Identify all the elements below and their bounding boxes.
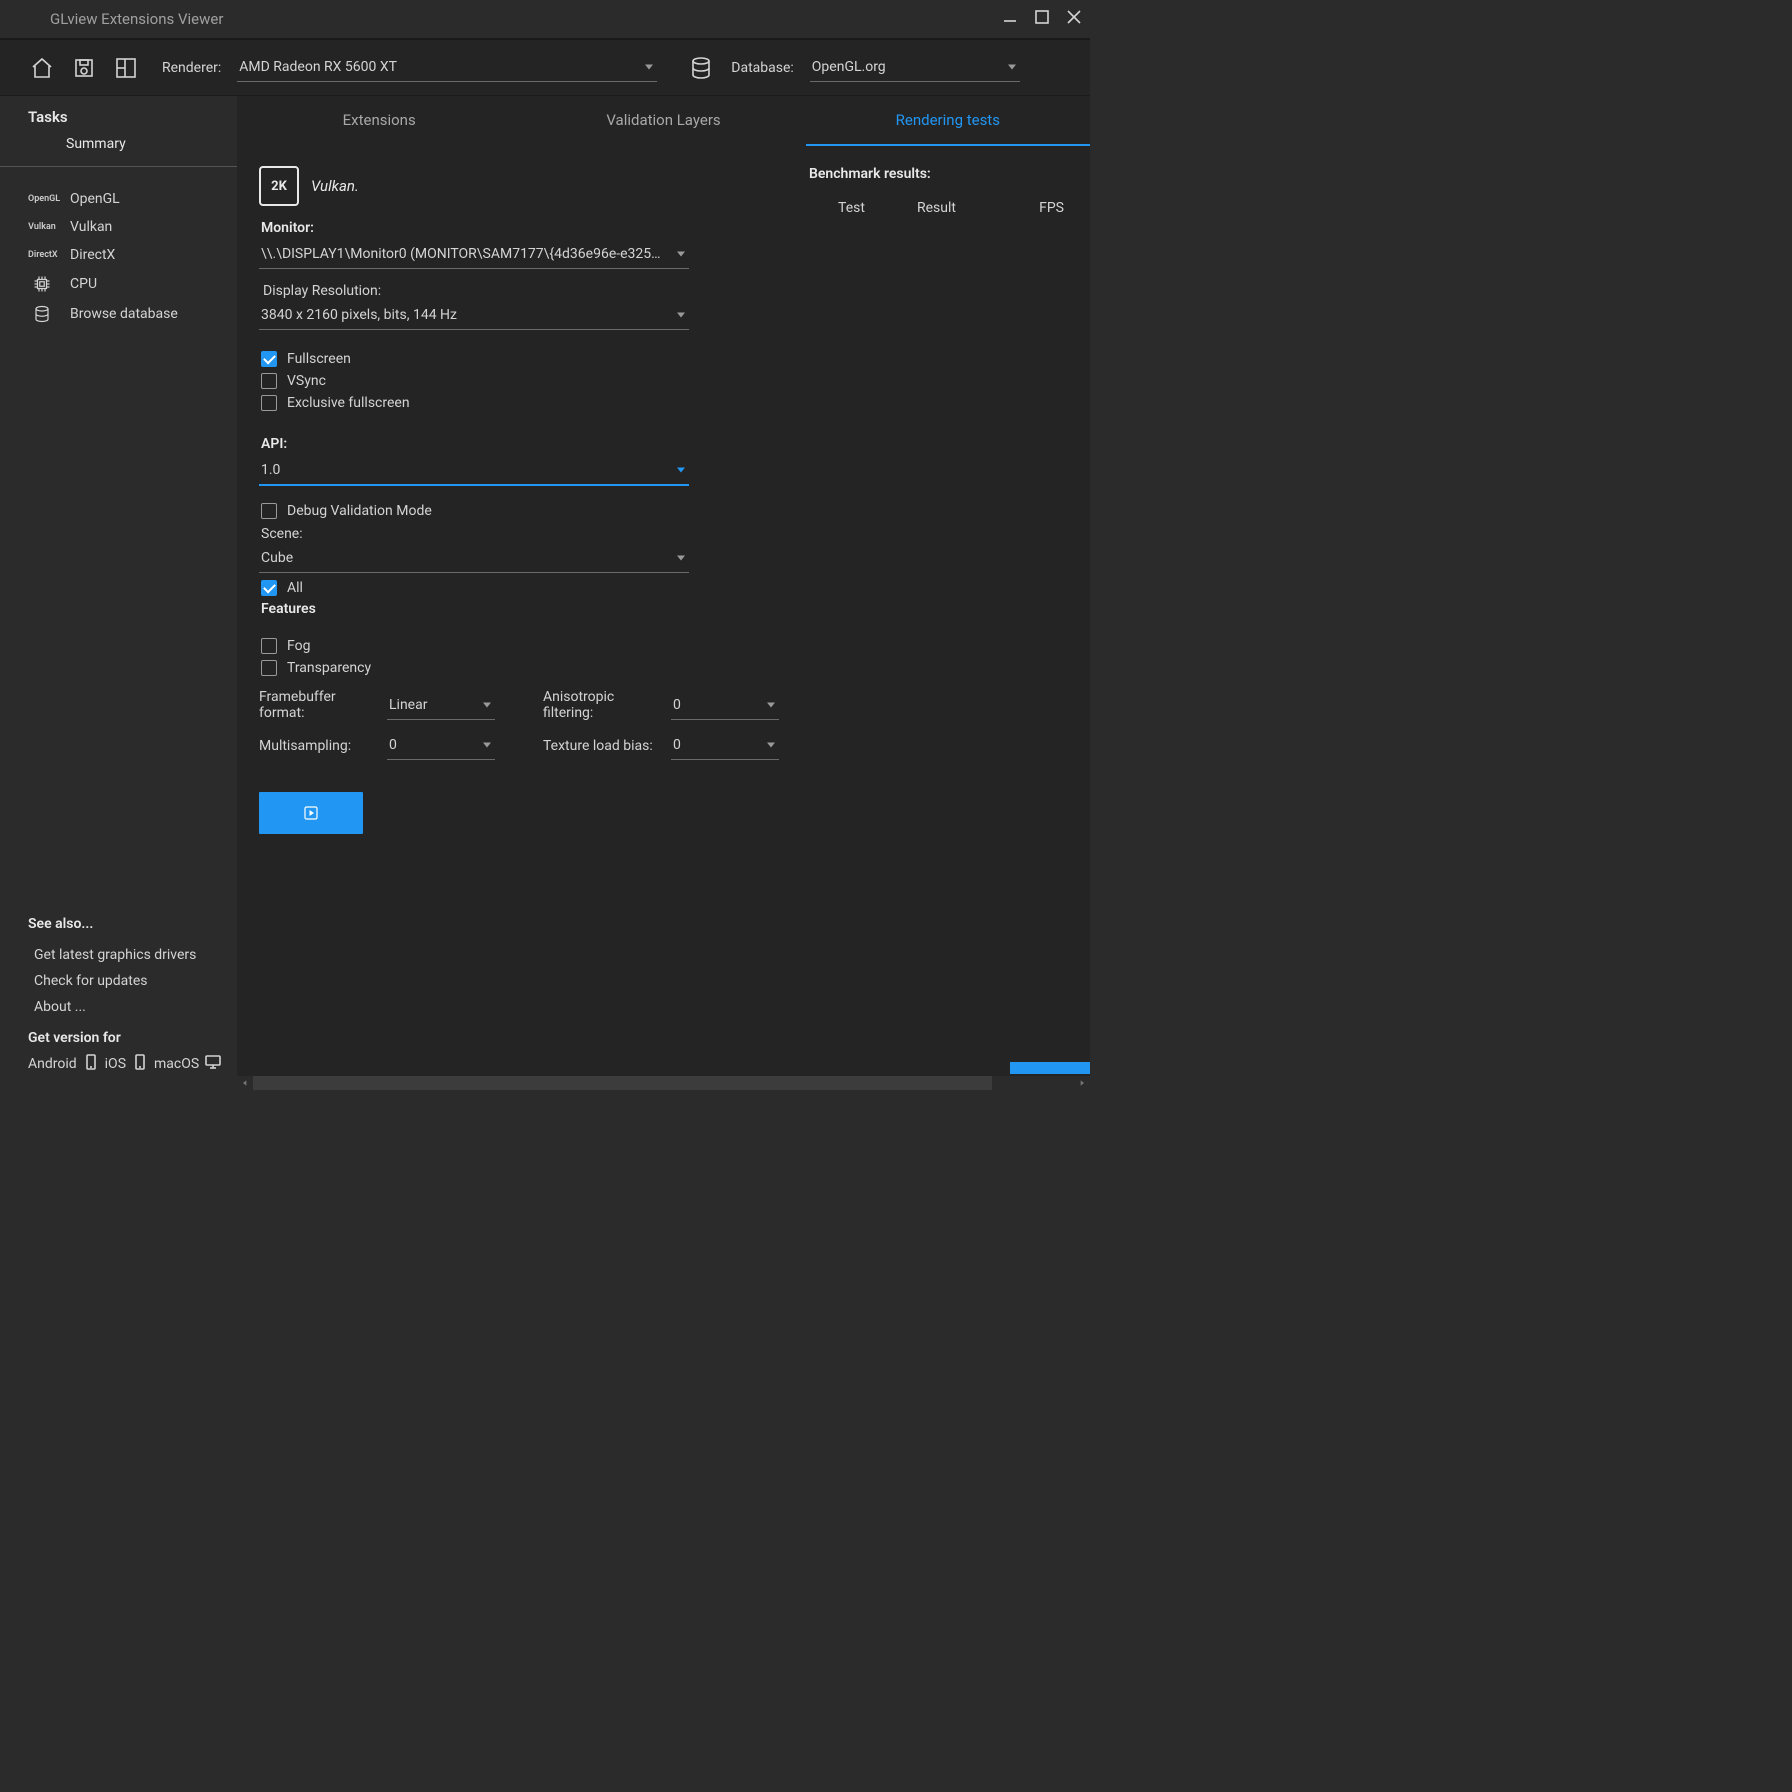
col-result: Result	[894, 200, 979, 216]
database-label: Database:	[731, 60, 794, 76]
anisotropic-select[interactable]: 0	[671, 691, 779, 720]
platform-android[interactable]: Android	[28, 1056, 77, 1072]
sidebar-item-opengl[interactable]: OpenGL OpenGL	[0, 185, 237, 213]
see-also-header: See also...	[28, 916, 237, 932]
tasks-header: Tasks	[0, 96, 237, 132]
scene-select[interactable]: Cube	[259, 544, 689, 573]
monitor-label: Monitor:	[259, 220, 769, 236]
multisampling-label: Multisampling:	[259, 738, 381, 754]
scroll-left-icon[interactable]	[237, 1076, 253, 1090]
link-check-updates[interactable]: Check for updates	[28, 968, 237, 994]
fullscreen-checkbox[interactable]: Fullscreen	[259, 348, 769, 370]
sidebar-item-summary[interactable]: Summary	[0, 132, 237, 166]
chevron-down-icon	[767, 743, 775, 748]
features-label: Features	[259, 601, 769, 617]
accent-bar	[1010, 1062, 1090, 1074]
texture-bias-label: Texture load bias:	[543, 738, 665, 754]
col-fps: FPS	[979, 200, 1068, 216]
phone-icon	[132, 1054, 148, 1074]
all-checkbox[interactable]: All	[259, 577, 769, 599]
content: Extensions Validation Layers Rendering t…	[237, 96, 1090, 1090]
database-icon	[28, 305, 56, 323]
platform-macos[interactable]: macOS	[154, 1056, 199, 1072]
scroll-thumb[interactable]	[253, 1076, 992, 1090]
home-icon[interactable]	[30, 56, 54, 80]
fog-checkbox[interactable]: Fog	[259, 635, 769, 657]
layout-icon[interactable]	[114, 56, 138, 80]
texture-bias-select[interactable]: 0	[671, 731, 779, 760]
resolution-badge-icon: 2K	[259, 166, 299, 206]
benchmark-results-header: Benchmark results:	[809, 166, 1068, 182]
renderer-label: Renderer:	[162, 60, 221, 76]
get-version-header: Get version for	[28, 1030, 237, 1046]
exclusive-fullscreen-checkbox[interactable]: Exclusive fullscreen	[259, 392, 769, 414]
vsync-checkbox[interactable]: VSync	[259, 370, 769, 392]
run-button[interactable]	[259, 792, 363, 834]
save-icon[interactable]	[72, 56, 96, 80]
chevron-down-icon	[483, 743, 491, 748]
framebuffer-label: Framebuffer format:	[259, 689, 381, 721]
anisotropic-label: Anisotropic filtering:	[543, 689, 665, 721]
chevron-down-icon	[767, 702, 775, 707]
database-value: OpenGL.org	[812, 59, 886, 75]
tab-validation-layers[interactable]: Validation Layers	[521, 96, 805, 146]
divider	[0, 166, 237, 167]
chevron-down-icon	[483, 702, 491, 707]
window-title: GLview Extensions Viewer	[50, 10, 1002, 28]
sidebar-item-browse-database[interactable]: Browse database	[0, 299, 237, 329]
database-select[interactable]: OpenGL.org	[810, 53, 1020, 82]
vulkan-logo: 2K Vulkan.	[259, 166, 769, 206]
tab-rendering-tests[interactable]: Rendering tests	[806, 96, 1090, 146]
horizontal-scrollbar[interactable]	[237, 1076, 1090, 1090]
tab-extensions[interactable]: Extensions	[237, 96, 521, 146]
database-icon[interactable]	[689, 56, 713, 80]
chevron-down-icon	[677, 313, 685, 318]
opengl-icon: OpenGL	[28, 194, 56, 204]
chevron-down-icon	[1008, 65, 1016, 70]
transparency-checkbox[interactable]: Transparency	[259, 657, 769, 679]
link-about[interactable]: About ...	[28, 994, 237, 1020]
api-select[interactable]: 1.0	[259, 456, 689, 486]
framebuffer-select[interactable]: Linear	[387, 691, 495, 720]
col-test: Test	[809, 200, 894, 216]
phone-icon	[83, 1054, 99, 1074]
titlebar: GLview Extensions Viewer	[0, 0, 1090, 38]
vulkan-text: Vulkan.	[311, 177, 359, 195]
platform-ios[interactable]: iOS	[105, 1056, 126, 1072]
vulkan-icon: Vulkan	[28, 222, 56, 232]
monitor-select[interactable]: \\.\DISPLAY1\Monitor0 (MONITOR\SAM7177\{…	[259, 240, 689, 269]
maximize-icon[interactable]	[1034, 9, 1050, 29]
scene-label: Scene:	[259, 522, 769, 544]
debug-validation-checkbox[interactable]: Debug Validation Mode	[259, 500, 769, 522]
scroll-right-icon[interactable]	[1074, 1076, 1090, 1090]
toolbar: Renderer: AMD Radeon RX 5600 XT Database…	[0, 38, 1090, 96]
sidebar-item-directx[interactable]: DirectX DirectX	[0, 241, 237, 269]
sidebar: Tasks Summary OpenGL OpenGL Vulkan Vulka…	[0, 96, 237, 1090]
scroll-track[interactable]	[253, 1076, 1074, 1090]
api-label: API:	[259, 436, 769, 452]
close-icon[interactable]	[1066, 9, 1082, 29]
chevron-down-icon	[645, 65, 653, 70]
renderer-value: AMD Radeon RX 5600 XT	[239, 59, 397, 75]
renderer-select[interactable]: AMD Radeon RX 5600 XT	[237, 53, 657, 82]
sidebar-item-vulkan[interactable]: Vulkan Vulkan	[0, 213, 237, 241]
sidebar-item-cpu[interactable]: CPU	[0, 269, 237, 299]
directx-icon: DirectX	[28, 250, 56, 260]
chevron-down-icon	[677, 252, 685, 257]
minimize-icon[interactable]	[1002, 9, 1018, 29]
cpu-icon	[28, 275, 56, 293]
chevron-down-icon	[677, 468, 685, 473]
resolution-label: Display Resolution:	[259, 273, 769, 301]
link-get-drivers[interactable]: Get latest graphics drivers	[28, 942, 237, 968]
resolution-select[interactable]: 3840 x 2160 pixels, bits, 144 Hz	[259, 301, 689, 330]
chevron-down-icon	[677, 556, 685, 561]
monitor-icon	[205, 1054, 221, 1074]
results-table-header: Test Result FPS	[809, 200, 1068, 216]
multisampling-select[interactable]: 0	[387, 731, 495, 760]
